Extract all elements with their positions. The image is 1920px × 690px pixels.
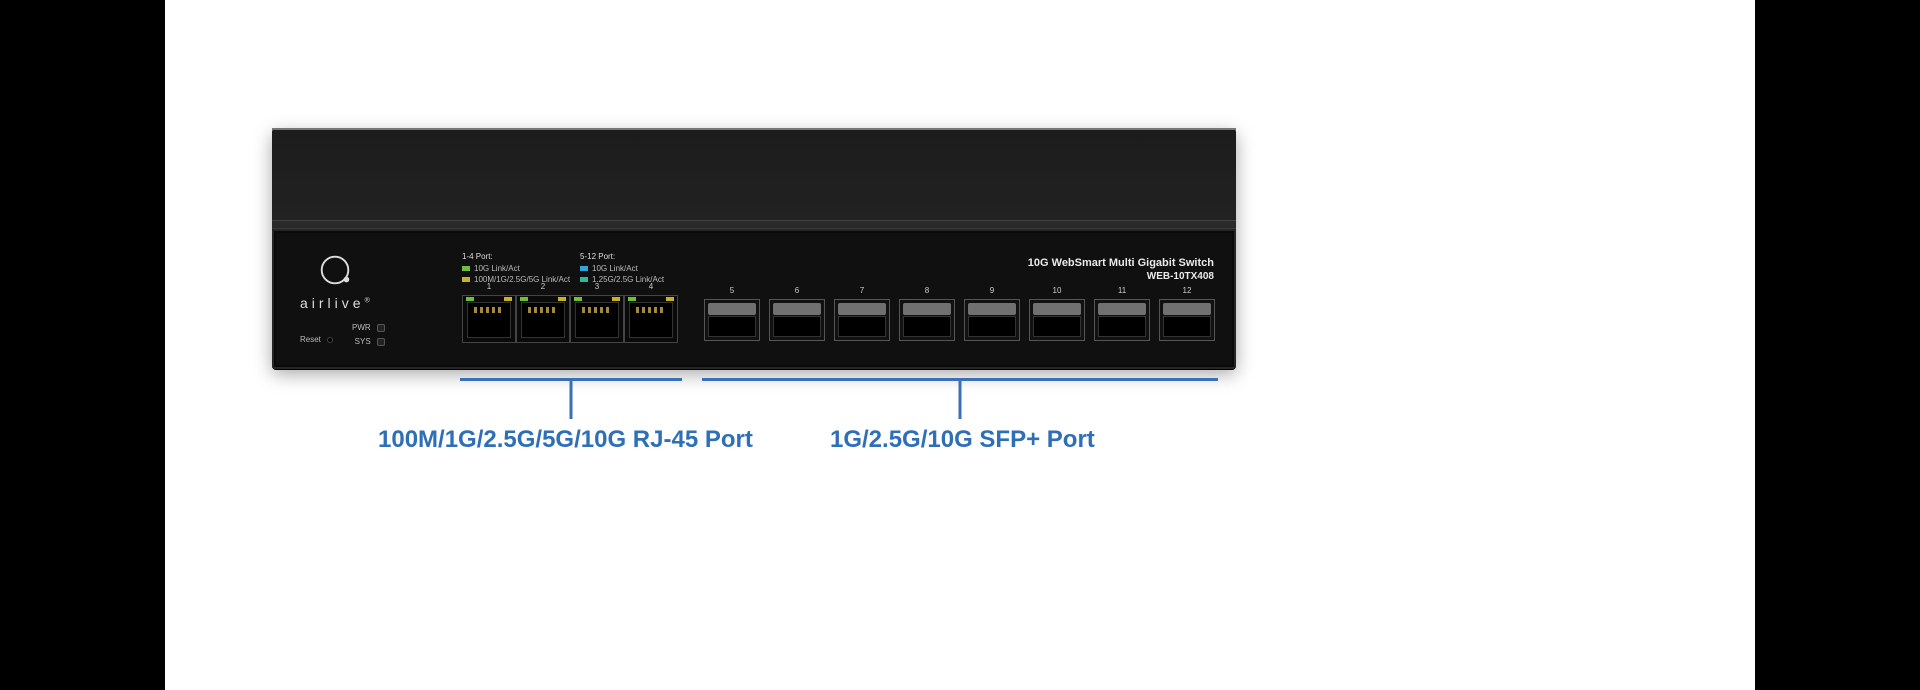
- sfp-port-6: 6: [769, 299, 825, 341]
- reset-block: Reset: [300, 335, 333, 344]
- sys-label: SYS: [355, 337, 371, 346]
- letterbox-left: [0, 0, 165, 690]
- rj45-cavity-icon: [521, 302, 565, 338]
- product-diagram: airlive® PWR SYS Reset 1-4 Port: 10G Lin…: [0, 0, 1920, 690]
- rj45-cavity-icon: [629, 302, 673, 338]
- port-number: 2: [517, 282, 569, 291]
- link-led-icon: [520, 297, 528, 301]
- link-led-icon: [628, 297, 636, 301]
- act-led-icon: [612, 297, 620, 301]
- front-plate: airlive® PWR SYS Reset 1-4 Port: 10G Lin…: [272, 228, 1236, 370]
- port-number: 12: [1160, 286, 1214, 295]
- sfp-port-7: 7: [834, 299, 890, 341]
- port-number: 9: [965, 286, 1019, 295]
- port-number: 7: [835, 286, 889, 295]
- reset-label: Reset: [300, 335, 321, 344]
- legend-ports-5-12: 5-12 Port: 10G Link/Act 1.25G/2.5G Link/…: [580, 251, 664, 285]
- sfp-port-10: 10: [1029, 299, 1085, 341]
- bracket-stem-icon: [959, 381, 962, 419]
- product-title-line2: WEB-10TX408: [1028, 271, 1214, 282]
- act-led-icon: [504, 297, 512, 301]
- chassis-lid: [272, 128, 1236, 220]
- act-led-icon: [558, 297, 566, 301]
- legend-1-4-header: 1-4 Port:: [462, 251, 570, 262]
- brand-logo-icon: [316, 251, 354, 289]
- port-number: 1: [463, 282, 515, 291]
- port-number: 3: [571, 282, 623, 291]
- brand-block: airlive®: [300, 251, 370, 311]
- port-number: 6: [770, 286, 824, 295]
- pwr-label: PWR: [352, 323, 371, 332]
- port-number: 11: [1095, 286, 1149, 295]
- link-led-icon: [466, 297, 474, 301]
- legend-1-4-row1: 10G Link/Act: [474, 264, 520, 273]
- pwr-led-icon: [377, 324, 385, 332]
- port-number: 8: [900, 286, 954, 295]
- legend-5-12-header: 5-12 Port:: [580, 251, 664, 262]
- act-led-icon: [666, 297, 674, 301]
- bracket-rj45: [460, 378, 682, 381]
- link-led-icon: [574, 297, 582, 301]
- swatch-blue-icon: [580, 266, 588, 271]
- sfp-port-11: 11: [1094, 299, 1150, 341]
- reset-pinhole-icon: [327, 337, 333, 343]
- sfp-port-group: 5 6 7 8 9 10 11 12: [704, 299, 1215, 341]
- sfp-port-9: 9: [964, 299, 1020, 341]
- sys-led-icon: [377, 338, 385, 346]
- product-title: 10G WebSmart Multi Gigabit Switch WEB-10…: [1028, 257, 1214, 282]
- chassis-lid-edge: [272, 128, 1236, 130]
- rj45-port-2: 2: [516, 295, 570, 343]
- swatch-green-icon: [462, 266, 470, 271]
- brand-name: airlive®: [300, 295, 370, 311]
- brand-name-text: airlive: [300, 295, 365, 311]
- letterbox-right: [1755, 0, 1920, 690]
- network-switch: airlive® PWR SYS Reset 1-4 Port: 10G Lin…: [272, 128, 1236, 368]
- annotation-rj45-label: 100M/1G/2.5G/5G/10G RJ-45 Port: [378, 426, 753, 454]
- legend-ports-1-4: 1-4 Port: 10G Link/Act 100M/1G/2.5G/5G L…: [462, 251, 570, 285]
- rj45-cavity-icon: [467, 302, 511, 338]
- rj45-port-group: 1 2 3 4: [462, 295, 678, 343]
- port-number: 10: [1030, 286, 1084, 295]
- port-number: 4: [625, 282, 677, 291]
- legend-5-12-row1: 10G Link/Act: [592, 264, 638, 273]
- rj45-port-1: 1: [462, 295, 516, 343]
- status-leds: PWR SYS: [352, 321, 385, 349]
- sfp-port-8: 8: [899, 299, 955, 341]
- rj45-cavity-icon: [575, 302, 619, 338]
- brand-trademark: ®: [365, 297, 370, 304]
- bracket-stem-icon: [570, 381, 573, 419]
- product-title-line1: 10G WebSmart Multi Gigabit Switch: [1028, 257, 1214, 269]
- port-number: 5: [705, 286, 759, 295]
- rj45-port-3: 3: [570, 295, 624, 343]
- annotation-sfp-label: 1G/2.5G/10G SFP+ Port: [830, 426, 1095, 454]
- rj45-port-4: 4: [624, 295, 678, 343]
- sfp-port-12: 12: [1159, 299, 1215, 341]
- bracket-sfp: [702, 378, 1218, 381]
- sfp-port-5: 5: [704, 299, 760, 341]
